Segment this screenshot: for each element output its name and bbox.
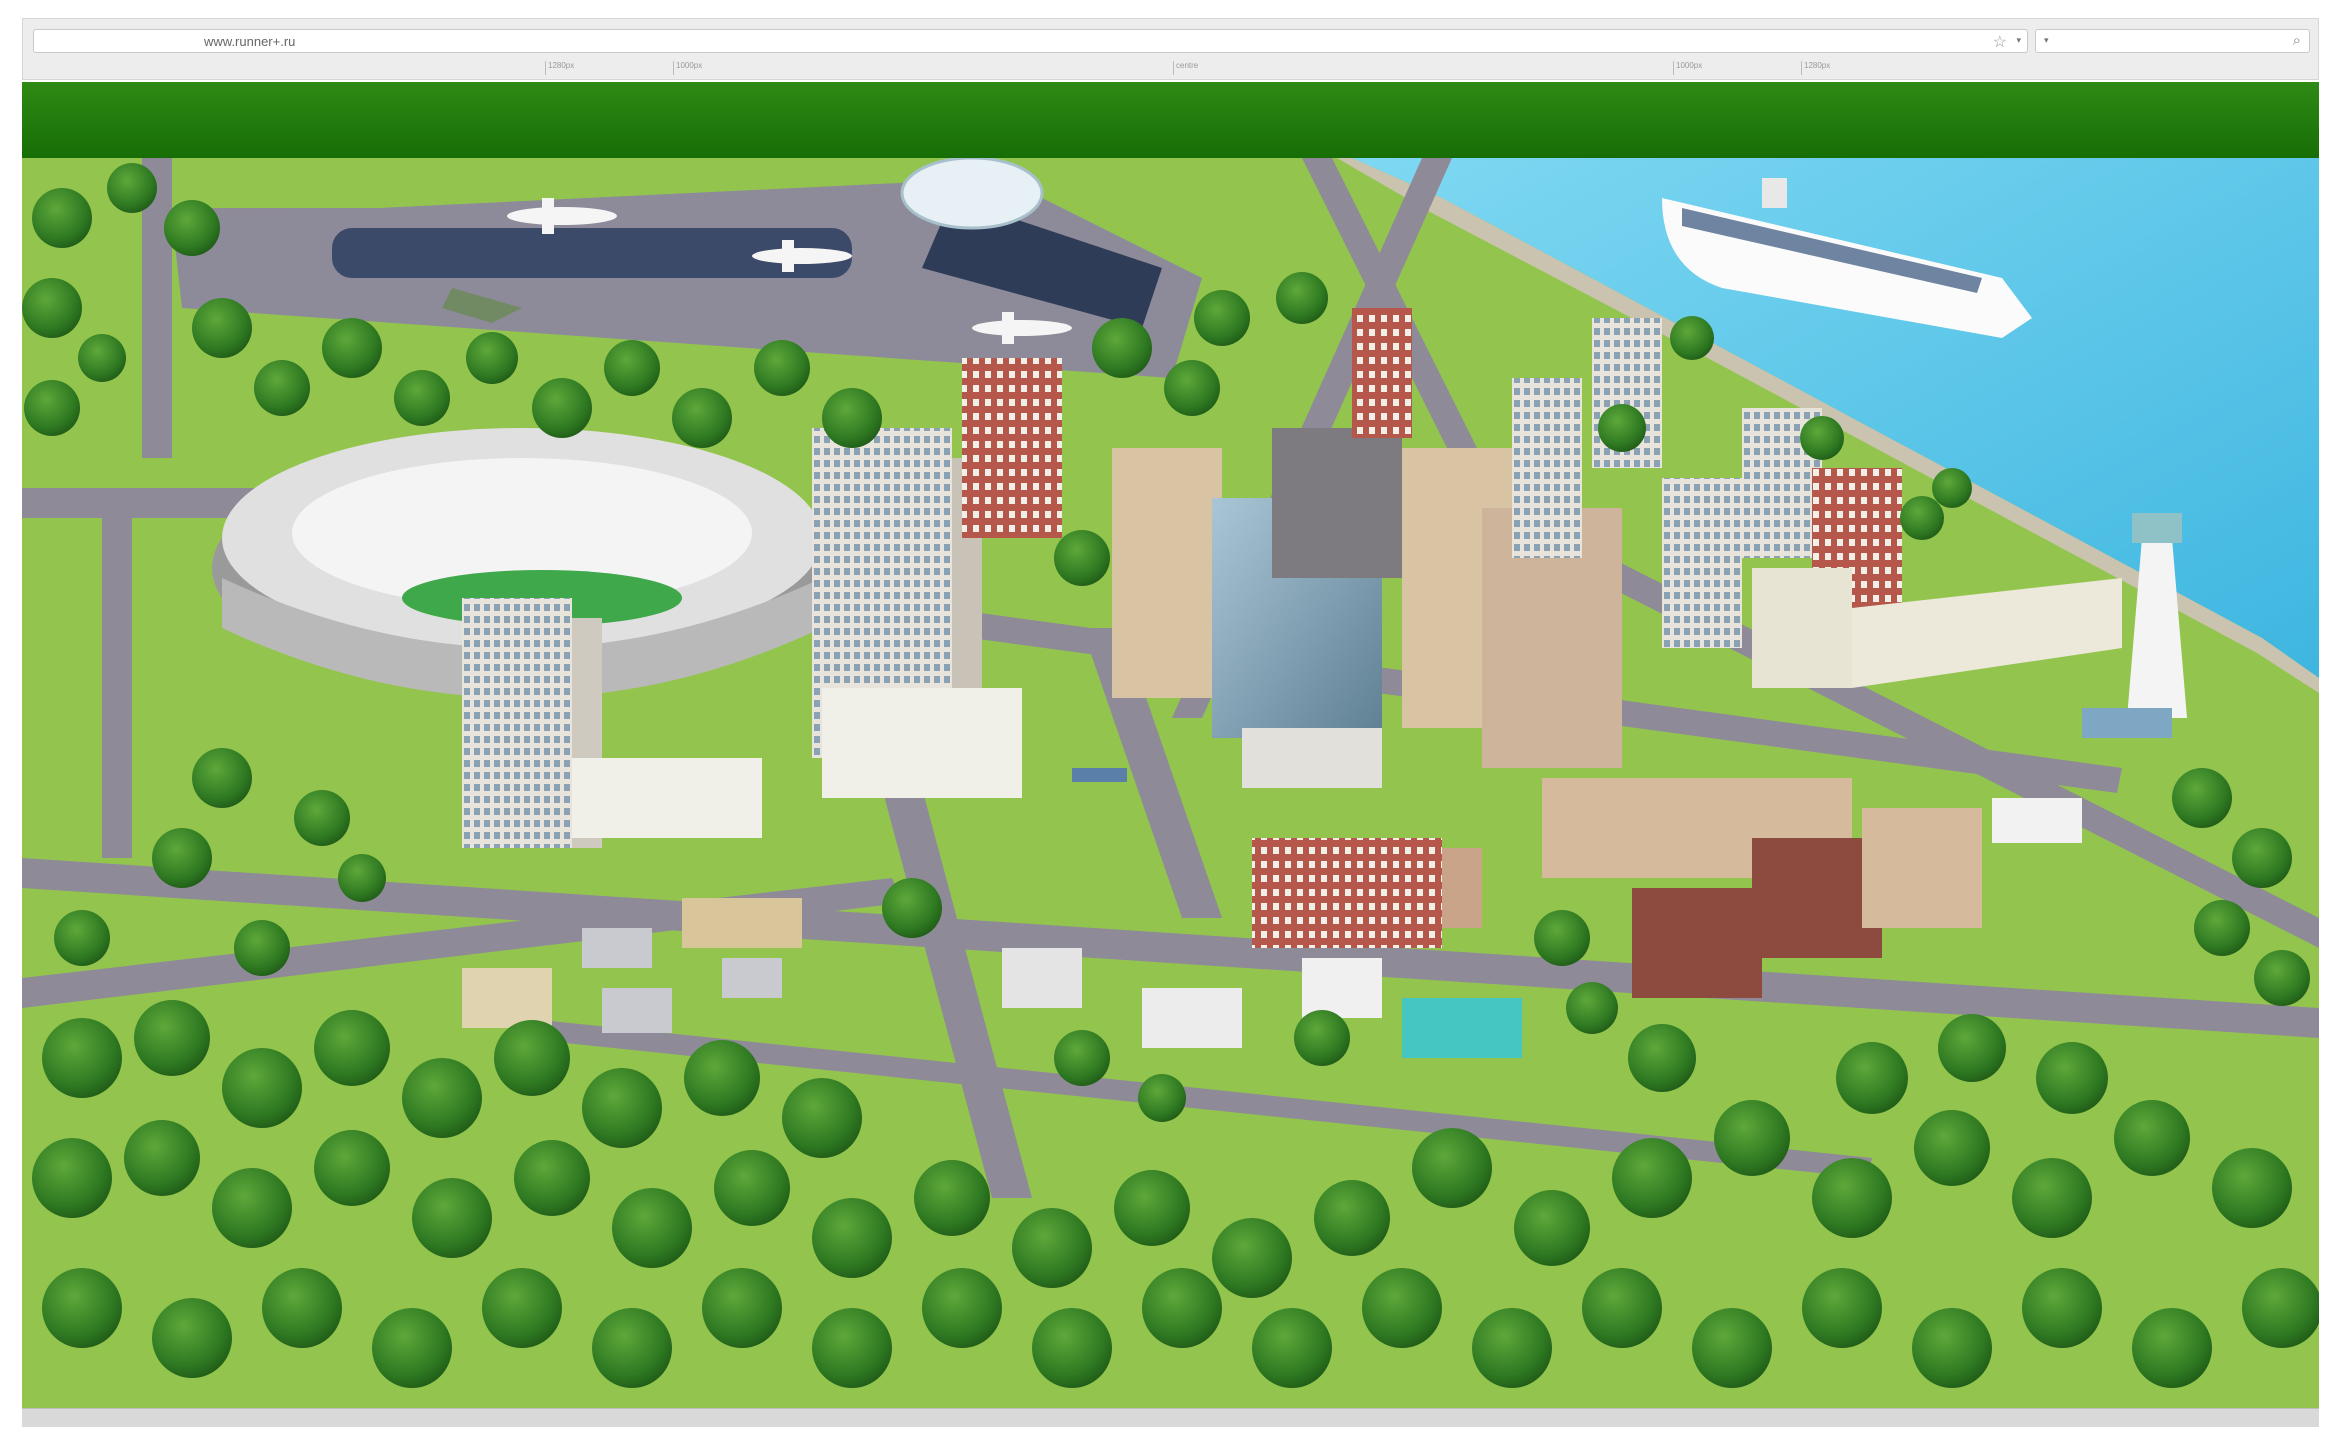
- star-icon[interactable]: ☆: [1993, 32, 2007, 52]
- ruler: 1280px 1000px centre 1000px 1280px: [23, 59, 2318, 79]
- search-icon[interactable]: ⌕: [2293, 32, 2301, 49]
- airport-dome: [900, 158, 1044, 230]
- ruler-label: 1000px: [673, 61, 702, 75]
- address-bar[interactable]: www.runner+.ru ☆ ▾: [33, 29, 2028, 53]
- url-text: www.runner+.ru: [204, 34, 296, 49]
- browser-chrome: www.runner+.ru ☆ ▾ ▾ ⌕ 1280px 1000px cen…: [22, 18, 2319, 80]
- ruler-label: 1280px: [545, 61, 574, 75]
- city-map-svg: [22, 158, 2319, 1408]
- ruler-label: centre: [1173, 61, 1198, 75]
- dropdown-arrow-icon[interactable]: ▾: [2016, 35, 2021, 46]
- ruler-label: 1000px: [1673, 61, 1702, 75]
- ruler-label: 1280px: [1801, 61, 1830, 75]
- dropdown-arrow-icon[interactable]: ▾: [2044, 35, 2049, 46]
- city-illustration: [22, 158, 2319, 1408]
- browser-status-bar: [22, 1408, 2319, 1427]
- search-input[interactable]: ▾ ⌕: [2035, 29, 2310, 53]
- site-header-bar: [22, 82, 2319, 158]
